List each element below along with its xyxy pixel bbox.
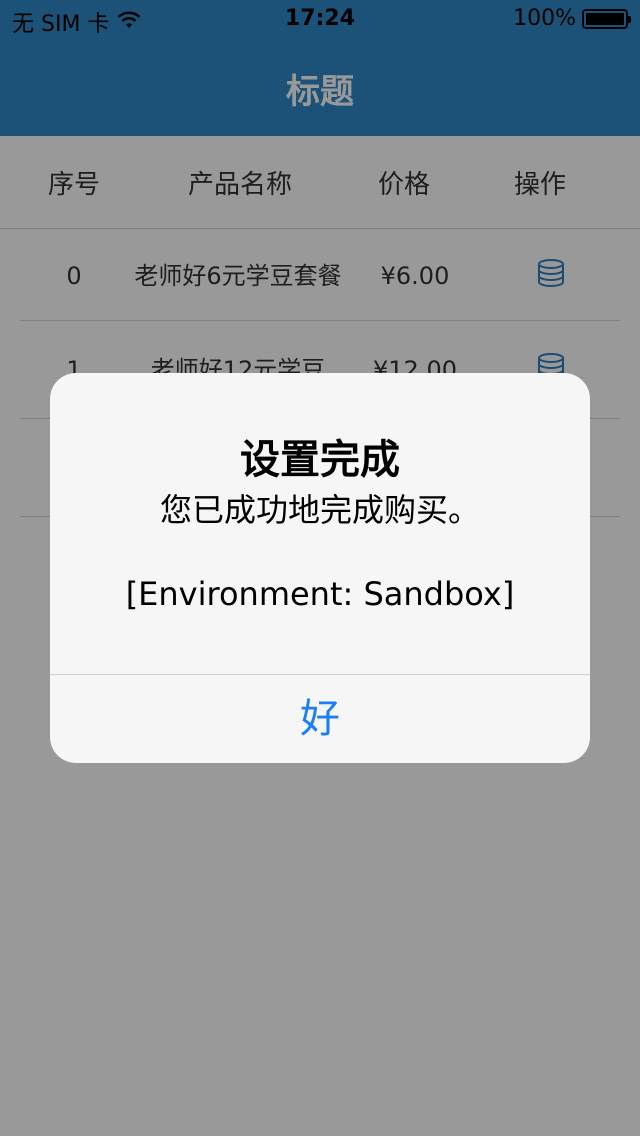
alert-message: 您已成功地完成购买。 [159,491,480,529]
ok-button[interactable]: 好 [50,675,590,763]
alert-title: 设置完成 [240,437,400,483]
app-screen: 无 SIM 卡 17:24 100% 标题 序号 产品名称 价格 操作 0 老师… [0,0,640,1136]
alert-environment: [Environment: Sandbox] [125,575,515,613]
purchase-alert-dialog: 设置完成 您已成功地完成购买。 [Environment: Sandbox] 好 [50,373,590,763]
